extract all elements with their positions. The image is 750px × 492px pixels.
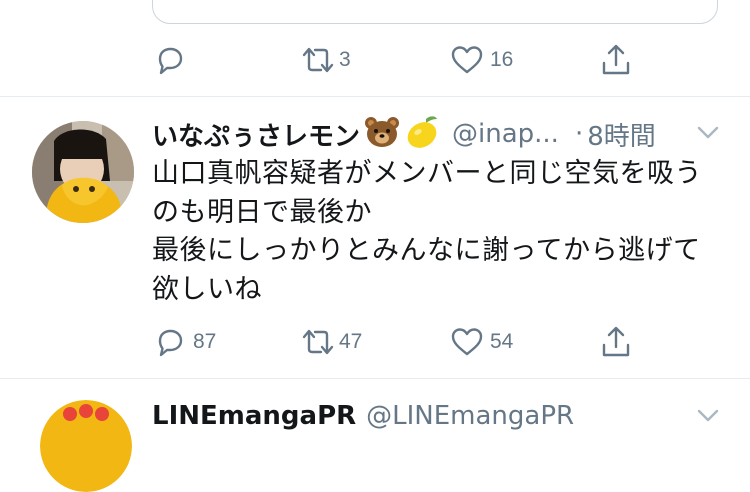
like-button[interactable]: 54 — [450, 322, 513, 362]
share-icon — [602, 44, 630, 75]
next-handle[interactable]: @LINEmangaPR — [366, 401, 574, 431]
tweet-text-line: 最後にしっかりとみんなに謝ってから逃げて — [152, 235, 701, 266]
share-button[interactable] — [599, 40, 633, 80]
quoted-tweet-card[interactable] — [152, 0, 718, 24]
tweet-text: 山口真帆容疑者がメンバーと同じ空気を吸う のも明日で最後か 最後にしっかりとみん… — [152, 155, 732, 309]
like-count: 16 — [490, 48, 514, 71]
like-button[interactable]: 16 — [450, 40, 513, 80]
reply-count: 87 — [193, 330, 217, 353]
chevron-down-icon[interactable] — [696, 125, 720, 141]
avatar[interactable] — [32, 121, 134, 223]
retweet-button[interactable]: 3 — [299, 40, 351, 80]
tweet-divider — [0, 96, 750, 97]
next-tweet-header: LINEmangaPR @LINEmangaPR — [152, 396, 742, 436]
tweet-text-line: 欲しいね — [152, 273, 262, 305]
reply-icon — [158, 329, 183, 357]
retweet-icon — [302, 329, 334, 355]
next-tweet-avatar[interactable] — [40, 400, 132, 492]
handle[interactable]: @inap... — [452, 119, 559, 149]
prev-tweet-actions: 3 16 — [0, 40, 750, 80]
tweet-divider — [0, 378, 750, 379]
retweet-button[interactable]: 47 — [299, 322, 362, 362]
tweet-header: いなぷぅさレモン @inap... · 8時間 — [152, 114, 742, 154]
share-icon — [602, 326, 630, 357]
retweet-count: 3 — [339, 48, 351, 71]
tweet-text-line: のも明日で最後か — [152, 196, 372, 228]
timestamp[interactable]: 8時間 — [587, 116, 656, 153]
next-display-name[interactable]: LINEmangaPR — [152, 401, 356, 431]
heart-icon — [451, 328, 483, 356]
separator-dot: · — [574, 119, 584, 149]
tweet-actions: 87 47 54 — [0, 322, 750, 362]
reply-button[interactable] — [153, 40, 193, 80]
retweet-count: 47 — [339, 330, 363, 353]
tweet-text-line: 山口真帆容疑者がメンバーと同じ空気を吸う — [152, 158, 702, 189]
reply-button[interactable]: 87 — [153, 322, 216, 362]
like-count: 54 — [490, 330, 514, 353]
display-name[interactable]: いなぷぅさレモン — [152, 116, 360, 153]
lemon-emoji — [404, 115, 442, 153]
bear-emoji — [364, 116, 400, 152]
share-button[interactable] — [599, 322, 633, 362]
reply-icon — [158, 47, 183, 75]
heart-icon — [451, 46, 483, 74]
retweet-icon — [302, 47, 334, 73]
